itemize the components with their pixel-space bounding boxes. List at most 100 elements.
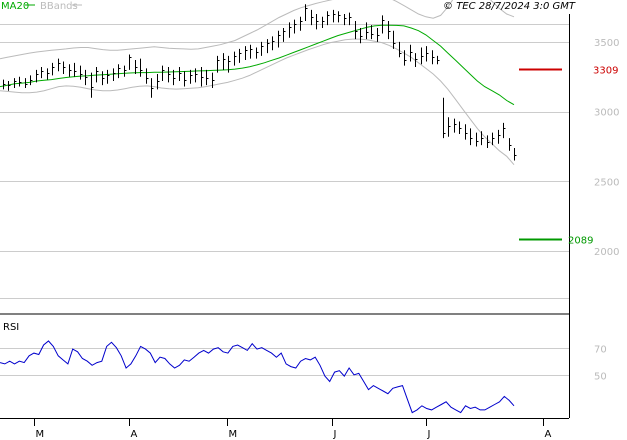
price-bar	[459, 121, 462, 134]
price-bar	[470, 128, 473, 146]
price-tick-label-2500: 2500	[594, 177, 619, 188]
price-bar	[305, 4, 308, 21]
month-label-3: J	[333, 429, 337, 440]
price-bar	[69, 64, 72, 77]
price-bar	[404, 50, 407, 66]
price-bar	[503, 122, 506, 139]
price-bar	[349, 12, 352, 26]
price-bar	[311, 9, 314, 26]
price-bar	[206, 69, 209, 86]
price-bar	[118, 64, 121, 79]
price-bar	[223, 53, 226, 70]
rsi-tick-label-50: 50	[594, 372, 607, 383]
price-bar	[239, 48, 242, 63]
price-grid	[0, 24, 569, 299]
rsi-panel-title: RSI	[3, 322, 19, 333]
support-resistance-levels: 3309 2089	[519, 66, 618, 247]
price-bar	[184, 71, 187, 87]
rsi-line	[0, 340, 515, 414]
price-bar	[201, 67, 204, 87]
price-bar	[151, 78, 154, 98]
price-bar	[514, 147, 517, 161]
price-bar	[509, 138, 512, 151]
price-bar	[91, 72, 94, 98]
month-label-4: J	[427, 429, 431, 440]
ma20-polyline	[0, 24, 515, 106]
price-bar	[267, 39, 270, 54]
price-bar	[30, 75, 33, 86]
price-bar	[234, 51, 237, 66]
price-bar	[102, 71, 105, 86]
price-bar	[300, 16, 303, 31]
price-bar	[388, 20, 391, 40]
chart-stage: 3309 2089 3500 3000 2500 2000 70 50 M A M J J A MA…	[0, 0, 627, 440]
price-bar	[107, 69, 110, 84]
month-label-0: M	[36, 429, 45, 440]
ma20-legend-label: MA20	[1, 1, 29, 12]
price-bar	[426, 46, 429, 62]
price-bar	[377, 27, 380, 42]
price-bar	[432, 50, 435, 65]
month-label-5: A	[545, 429, 552, 440]
price-tick-label-3500: 3500	[594, 38, 619, 49]
ma20-line	[0, 24, 515, 106]
price-bar	[47, 68, 50, 80]
price-bar	[272, 36, 275, 51]
price-bar	[294, 19, 297, 34]
price-bar	[476, 132, 479, 147]
price-bar	[256, 47, 259, 59]
price-bar	[437, 55, 440, 65]
price-bar	[465, 124, 468, 140]
price-bar	[85, 69, 88, 86]
price-bar	[135, 60, 138, 74]
price-bar	[322, 16, 325, 28]
price-bar	[261, 41, 264, 56]
price-bar	[399, 41, 402, 58]
price-bar	[250, 44, 253, 59]
month-label-2: M	[229, 429, 238, 440]
price-bar	[212, 72, 215, 88]
price-bar	[162, 65, 165, 81]
price-bars	[3, 4, 517, 161]
price-tick-label-3000: 3000	[594, 108, 619, 119]
price-bar	[52, 62, 55, 76]
resistance-label: 3309	[593, 66, 618, 77]
price-bar	[454, 118, 457, 133]
rsi-panel: 70 50	[0, 340, 607, 414]
price-bar	[3, 79, 6, 90]
price-bar	[113, 68, 116, 81]
price-bar	[58, 58, 61, 72]
price-tick-label-2000: 2000	[594, 247, 619, 258]
support-label: 2089	[568, 236, 593, 247]
price-bar	[393, 30, 396, 49]
price-bar	[19, 76, 22, 87]
price-bar	[8, 80, 11, 91]
price-bar	[278, 30, 281, 48]
price-bar	[371, 25, 374, 40]
price-bar	[498, 129, 501, 144]
price-bar	[146, 68, 149, 84]
month-axis: MAMJJA	[34, 418, 552, 440]
price-bar	[344, 14, 347, 26]
price-bar	[448, 117, 451, 137]
rsi-tick-label-70: 70	[594, 345, 607, 356]
price-bar	[410, 44, 413, 62]
price-bar	[338, 11, 341, 23]
price-bar	[124, 65, 127, 77]
month-label-1: A	[131, 429, 138, 440]
price-bar	[421, 47, 424, 65]
bbands-legend-label: BBands	[40, 1, 78, 12]
price-bar	[283, 27, 286, 42]
price-bar	[190, 69, 193, 84]
price-bar	[327, 11, 330, 26]
price-bar	[14, 78, 17, 88]
price-bar	[316, 14, 319, 30]
price-bar	[443, 97, 446, 139]
price-bar	[168, 67, 171, 83]
price-bar	[245, 46, 248, 61]
price-bar	[80, 65, 83, 80]
price-bar	[129, 54, 132, 70]
price-bar	[492, 132, 495, 146]
copyright-label: © TEC 28/7/2024 3:0 GMT	[443, 1, 576, 12]
price-bar	[41, 67, 44, 79]
